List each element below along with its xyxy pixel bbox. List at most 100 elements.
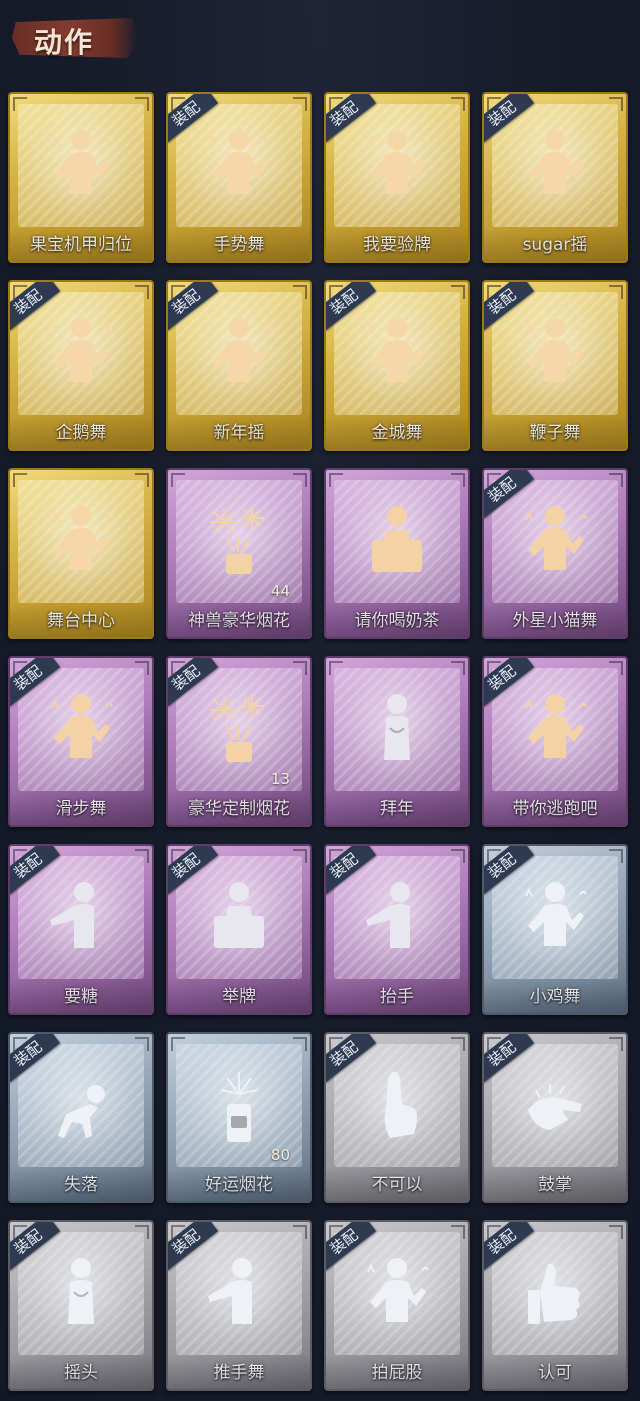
card-label-bar <box>484 603 626 637</box>
emote-collection-page: 动作 果宝机甲归位装配手势舞装配我要验牌装配sugar摇装配企鹅舞装配新年摇装配… <box>0 0 640 1401</box>
card-frame-corner <box>293 285 307 299</box>
emote-card[interactable]: 舞台中心 <box>8 468 154 639</box>
card-frame-corner <box>451 849 465 863</box>
dance-figure-icon <box>204 124 274 208</box>
emote-card[interactable]: 44神兽豪华烟花 <box>166 468 312 639</box>
emote-card[interactable]: 装配鞭子舞 <box>482 280 628 451</box>
emote-card[interactable]: 装配新年摇 <box>166 280 312 451</box>
card-frame-corner <box>135 473 149 487</box>
emote-card[interactable]: 拜年 <box>324 656 470 827</box>
card-frame-corner <box>293 661 307 675</box>
emote-card[interactable]: 装配要糖 <box>8 844 154 1015</box>
dance-figure-icon <box>520 124 590 208</box>
card-frame-corner <box>329 661 343 675</box>
card-label-bar <box>326 1355 468 1389</box>
emote-card[interactable]: 装配拍屁股 <box>324 1220 470 1391</box>
card-label-bar <box>326 1167 468 1201</box>
reach-figure-icon <box>46 876 116 960</box>
emote-card[interactable]: 装配推手舞 <box>166 1220 312 1391</box>
card-frame-corner <box>451 285 465 299</box>
card-frame-corner <box>451 1225 465 1239</box>
emote-card[interactable]: 装配不可以 <box>324 1032 470 1203</box>
card-frame-corner <box>609 849 623 863</box>
card-frame-corner <box>609 1037 623 1051</box>
dance-figure-icon <box>362 1252 432 1336</box>
card-frame-corner <box>293 473 307 487</box>
card-frame-corner <box>451 473 465 487</box>
bow-figure-icon <box>46 1252 116 1336</box>
card-label-bar <box>484 979 626 1013</box>
card-label-bar <box>326 979 468 1013</box>
card-frame-corner <box>135 661 149 675</box>
emote-card[interactable]: 装配sugar摇 <box>482 92 628 263</box>
card-frame-corner <box>293 97 307 111</box>
emote-card[interactable]: 装配小鸡舞 <box>482 844 628 1015</box>
card-label-bar <box>326 791 468 825</box>
item-count: 13 <box>270 770 290 788</box>
emote-card[interactable]: 装配带你逃跑吧 <box>482 656 628 827</box>
card-frame-corner <box>293 1225 307 1239</box>
card-frame-corner <box>451 1037 465 1051</box>
card-label-bar <box>484 1355 626 1389</box>
emote-card[interactable]: 装配手势舞 <box>166 92 312 263</box>
card-label-bar <box>10 979 152 1013</box>
card-frame-corner <box>609 285 623 299</box>
emote-card[interactable]: 装配外星小猫舞 <box>482 468 628 639</box>
card-label-bar <box>168 227 310 261</box>
sign-board-icon <box>362 500 432 584</box>
emote-card[interactable]: 装配滑步舞 <box>8 656 154 827</box>
card-label-bar <box>484 415 626 449</box>
card-frame-corner <box>329 473 343 487</box>
emote-card[interactable]: 果宝机甲归位 <box>8 92 154 263</box>
emote-card[interactable]: 装配抬手 <box>324 844 470 1015</box>
item-count: 44 <box>270 582 290 600</box>
dance-figure-icon <box>520 688 590 772</box>
emote-card[interactable]: 装配13豪华定制烟花 <box>166 656 312 827</box>
emote-card[interactable]: 装配鼓掌 <box>482 1032 628 1203</box>
card-frame-corner <box>135 97 149 111</box>
card-label-bar <box>168 415 310 449</box>
card-frame-corner <box>135 1037 149 1051</box>
item-count: 80 <box>270 1146 290 1164</box>
clap-icon <box>520 1064 590 1148</box>
card-label-bar <box>168 1167 310 1201</box>
emote-card[interactable]: 装配失落 <box>8 1032 154 1203</box>
emote-card[interactable]: 装配摇头 <box>8 1220 154 1391</box>
reach-figure-icon <box>362 876 432 960</box>
card-frame-corner <box>135 1225 149 1239</box>
section-header: 动作 <box>12 12 140 60</box>
card-frame-corner <box>171 1037 185 1051</box>
emote-card[interactable]: 装配我要验牌 <box>324 92 470 263</box>
dance-figure-icon <box>362 312 432 396</box>
card-frame-corner <box>609 661 623 675</box>
emote-grid: 果宝机甲归位装配手势舞装配我要验牌装配sugar摇装配企鹅舞装配新年摇装配金城舞… <box>8 92 632 1391</box>
dance-figure-icon <box>520 500 590 584</box>
dance-figure-icon <box>520 876 590 960</box>
card-label-bar <box>10 1355 152 1389</box>
emote-card[interactable]: 80好运烟花 <box>166 1032 312 1203</box>
card-label-bar <box>326 603 468 637</box>
finger-wag-icon <box>362 1064 432 1148</box>
card-label-bar <box>10 415 152 449</box>
card-frame-corner <box>293 1037 307 1051</box>
emote-card[interactable]: 装配认可 <box>482 1220 628 1391</box>
dance-figure-icon <box>46 124 116 208</box>
fireworks-icon <box>204 500 274 584</box>
emote-card[interactable]: 请你喝奶茶 <box>324 468 470 639</box>
emote-card[interactable]: 装配举牌 <box>166 844 312 1015</box>
kneel-figure-icon <box>46 1064 116 1148</box>
card-label-bar <box>484 227 626 261</box>
card-label-bar <box>168 1355 310 1389</box>
card-label-bar <box>10 791 152 825</box>
sign-board-icon <box>204 876 274 960</box>
emote-card[interactable]: 装配金城舞 <box>324 280 470 451</box>
emote-card[interactable]: 装配企鹅舞 <box>8 280 154 451</box>
card-label-bar <box>10 227 152 261</box>
card-label-bar <box>326 227 468 261</box>
dance-figure-icon <box>362 124 432 208</box>
card-label-bar <box>10 603 152 637</box>
bow-figure-icon <box>362 688 432 772</box>
card-frame-corner <box>13 97 27 111</box>
thumbs-up-icon <box>520 1252 590 1336</box>
dance-figure-icon <box>46 312 116 396</box>
